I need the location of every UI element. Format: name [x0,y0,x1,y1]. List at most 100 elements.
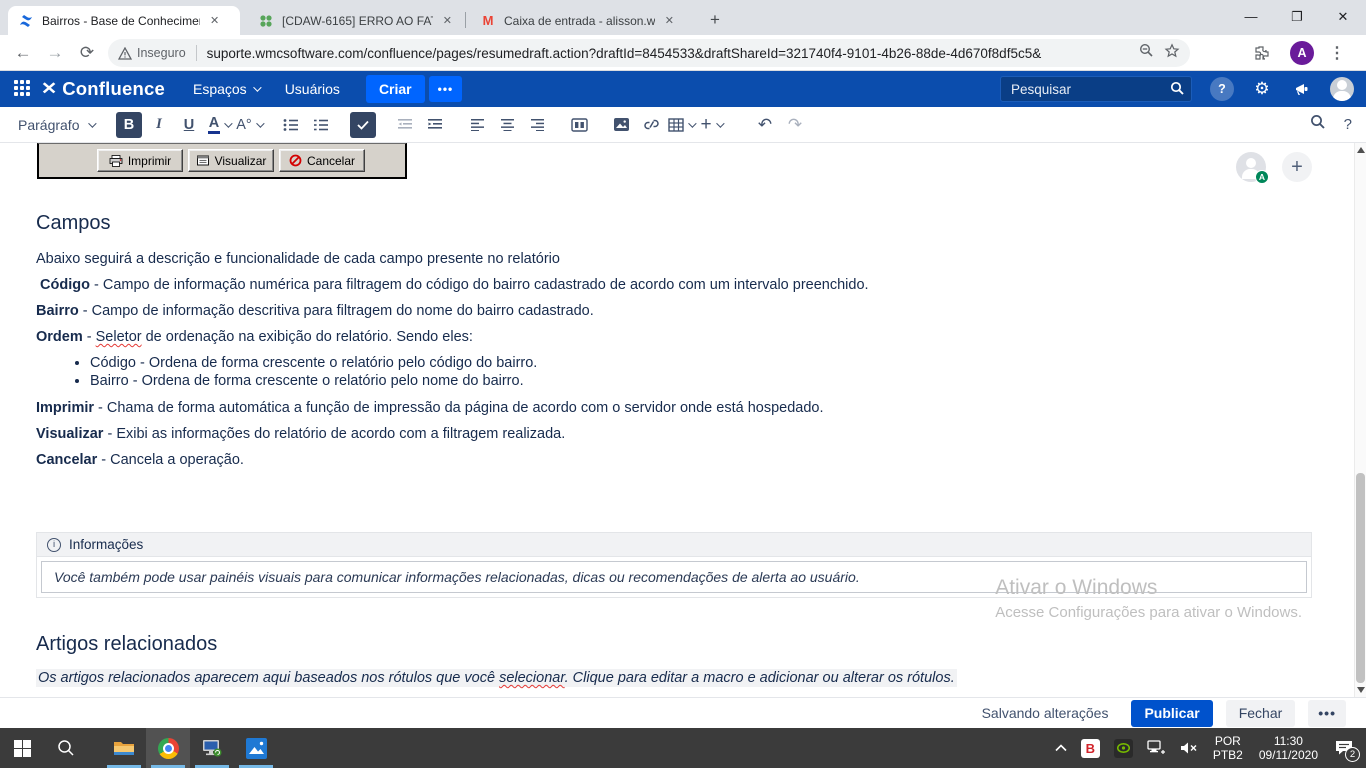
author-avatar[interactable]: A [1236,152,1266,182]
info-panel-macro[interactable]: i Informações Você também pode usar pain… [36,532,1312,598]
insert-more-button[interactable]: + [698,112,724,138]
page-layout-button[interactable] [566,112,592,138]
window-minimize-button[interactable]: — [1228,0,1274,33]
tab-title: Bairros - Base de Conhecimento [42,14,200,28]
indent-button[interactable] [422,112,448,138]
tray-nvidia[interactable] [1107,728,1140,768]
char-style-button[interactable]: A° [236,112,262,138]
tab-gmail[interactable]: M Caixa de entrada - alisson.wmcsi ✕ [470,6,684,35]
browser-menu-icon[interactable]: ⋮ [1324,40,1350,66]
remote-desktop-icon [201,739,223,758]
undo-button[interactable]: ↶ [752,112,778,138]
visualizar-dialog-button: Visualizar [188,149,274,172]
add-collaborator-button[interactable]: + [1282,152,1312,182]
tab-close-icon[interactable]: ✕ [665,14,674,27]
start-button[interactable] [0,728,44,768]
close-editor-button[interactable]: Fechar [1226,700,1296,727]
create-button[interactable]: Criar [366,75,425,103]
chevron-down-icon [88,119,96,127]
help-icon[interactable]: ? [1210,77,1234,101]
editor-help-icon[interactable]: ? [1344,116,1352,133]
chrome-icon [158,738,179,759]
vertical-scrollbar[interactable] [1354,143,1366,697]
footer-more-button[interactable]: ••• [1308,700,1346,727]
desc-cancelar: Cancelar - Cancela a operação. [36,450,1354,470]
language-indicator[interactable]: POR PTB2 [1205,734,1251,762]
settings-gear-icon[interactable]: ⚙ [1250,77,1274,101]
info-panel-body[interactable]: Você também pode usar painéis visuais pa… [41,561,1307,593]
tray-network[interactable] [1140,728,1173,768]
user-avatar[interactable] [1330,77,1354,101]
b-tray-icon: B [1081,739,1100,758]
author-status-badge: A [1255,170,1269,184]
tray-app-b[interactable]: B [1074,728,1107,768]
browser-profile-avatar[interactable]: A [1290,41,1314,65]
tab-jira[interactable]: [CDAW-6165] ERRO AO FATURAR ✕ [248,6,462,35]
editor-content[interactable]: A + Imprimir Visualizar Cancelar [0,143,1354,697]
chrome-taskbar-button[interactable] [146,728,190,768]
announcement-megaphone-icon[interactable] [1290,77,1314,101]
nav-more-button[interactable]: ••• [429,76,463,102]
paragraph-style-select[interactable]: Parágrafo [12,112,100,138]
find-replace-icon[interactable] [1310,114,1326,135]
insert-table-button[interactable] [668,112,694,138]
underline-button[interactable]: U [176,112,202,138]
align-right-button[interactable] [524,112,550,138]
reload-icon[interactable]: ⟳ [74,40,100,66]
insert-image-button[interactable] [608,112,634,138]
redo-button[interactable]: ↷ [782,112,808,138]
task-list-button[interactable] [350,112,376,138]
field-codigo: Código - Campo de informação numérica pa… [36,275,1354,295]
tab-bairros[interactable]: Bairros - Base de Conhecimento ✕ [8,6,240,35]
window-close-button[interactable]: ✕ [1320,0,1366,33]
align-center-button[interactable] [494,112,520,138]
nav-spaces[interactable]: Espaços [193,81,259,97]
scroll-up-arrow[interactable] [1357,147,1365,153]
back-icon[interactable]: ← [10,40,36,66]
search-input[interactable] [1000,76,1192,102]
tray-volume-muted[interactable] [1173,728,1205,768]
forward-icon[interactable]: → [42,40,68,66]
italic-button[interactable]: I [146,112,172,138]
confluence-logo-icon: ✕ [41,79,57,99]
extensions-puzzle-icon[interactable] [1248,40,1274,66]
tab-close-icon[interactable]: ✕ [443,14,452,27]
tab-separator [465,12,466,28]
confluence-product-name[interactable]: Confluence [62,78,165,100]
file-explorer-button[interactable] [102,728,146,768]
window-maximize-button[interactable]: ❐ [1274,0,1320,33]
windows-logo-icon [14,740,31,757]
jira-favicon [258,13,274,29]
publish-button[interactable]: Publicar [1131,700,1212,727]
numbered-list-button[interactable] [308,112,334,138]
address-bar[interactable]: Inseguro suporte.wmcsoftware.com/conflue… [108,39,1190,67]
person-icon [1246,158,1256,168]
text-color-button[interactable]: A [206,112,232,138]
zoom-indicator-icon[interactable] [1139,43,1154,63]
url-text[interactable]: suporte.wmcsoftware.com/confluence/pages… [207,46,1129,61]
bold-button[interactable]: B [116,112,142,138]
scroll-down-arrow[interactable] [1357,687,1365,693]
insecure-warning[interactable]: Inseguro [118,46,186,60]
photos-app-button[interactable] [234,728,278,768]
bullet-list-button[interactable] [278,112,304,138]
scrollbar-thumb[interactable] [1356,473,1365,683]
clock[interactable]: 11:30 09/11/2020 [1251,734,1326,762]
tray-expand-chevron[interactable] [1048,728,1074,768]
insert-link-button[interactable] [638,112,664,138]
chevron-down-icon [716,119,724,127]
nvidia-icon [1114,739,1133,758]
bookmark-star-icon[interactable] [1164,43,1180,64]
list-item: Código - Ordena de forma crescente o rel… [90,354,1354,372]
action-center-button[interactable]: 2 [1326,728,1366,768]
new-tab-button[interactable]: + [702,8,728,32]
tab-close-icon[interactable]: ✕ [210,14,219,27]
cancel-icon [289,154,302,167]
app-switcher-icon[interactable] [14,80,32,98]
outdent-button[interactable] [392,112,418,138]
align-left-button[interactable] [464,112,490,138]
taskbar-search-button[interactable] [44,728,88,768]
remote-desktop-button[interactable] [190,728,234,768]
nav-users[interactable]: Usuários [285,81,340,97]
confluence-navbar: ✕ Confluence Espaços Usuários Criar ••• … [0,71,1366,107]
